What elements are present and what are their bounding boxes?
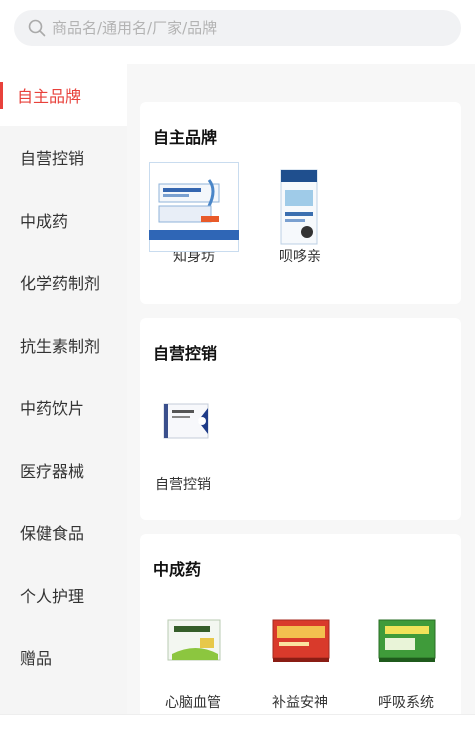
product-thumbnail — [361, 608, 451, 686]
product-thumbnail — [138, 390, 228, 468]
sidebar-item-personal-care[interactable]: 个人护理 — [0, 564, 127, 627]
active-indicator — [0, 82, 3, 109]
sidebar-item-label: 化学药制剂 — [20, 274, 101, 294]
category-content: 自主品牌 知身坊 呗哆亲 自营控销 自营控销 中成药 心脑血管 补益安神 呼吸系… — [127, 64, 475, 714]
section-title: 中成药 — [153, 560, 202, 579]
sidebar-item-self-operated[interactable]: 自营控销 — [0, 126, 127, 189]
sidebar-item-health-food[interactable]: 保健食品 — [0, 501, 127, 564]
product-item[interactable]: 呼吸系统 — [361, 608, 451, 712]
search-box[interactable] — [14, 10, 461, 46]
section-card: 自营控销 自营控销 — [140, 318, 461, 520]
user-icon[interactable] — [404, 735, 424, 742]
sidebar-item-label: 自营控销 — [20, 149, 85, 169]
search-icon — [28, 19, 46, 37]
sidebar-item-gifts[interactable]: 赠品 — [0, 626, 127, 689]
product-item[interactable]: 心脑血管 — [148, 608, 238, 712]
sidebar-item-label: 医疗器械 — [20, 461, 85, 481]
sidebar-item-label: 抗生素制剂 — [20, 336, 101, 356]
section-title: 自主品牌 — [153, 128, 218, 147]
product-thumbnail — [255, 608, 345, 686]
category-sidebar: 自主品牌 自营控销 中成药 化学药制剂 抗生素制剂 中药饮片 医疗器械 保健食品… — [0, 64, 127, 714]
sidebar-item-medical-devices[interactable]: 医疗器械 — [0, 439, 127, 502]
sidebar-item-label: 自主品牌 — [17, 87, 82, 106]
product-item[interactable]: 补益安神 — [255, 608, 345, 712]
search-bar — [0, 0, 475, 64]
product-thumbnail — [149, 162, 239, 252]
sidebar-item-label: 中药饮片 — [20, 399, 85, 419]
bottom-navigation — [0, 714, 475, 742]
product-item[interactable]: 自营控销 — [138, 390, 228, 494]
sidebar-item-chemical-preparations[interactable]: 化学药制剂 — [0, 251, 127, 314]
sidebar-item-label: 保健食品 — [20, 524, 85, 544]
sidebar-item-label: 个人护理 — [20, 586, 85, 606]
cart-icon[interactable] — [282, 735, 306, 742]
product-thumbnail — [148, 608, 238, 686]
home-icon[interactable] — [50, 735, 70, 742]
product-item[interactable]: 知身坊 — [149, 162, 239, 266]
section-card: 自主品牌 知身坊 呗哆亲 — [140, 102, 461, 304]
search-input[interactable] — [52, 19, 432, 37]
section-card: 中成药 心脑血管 补益安神 呼吸系统 — [140, 534, 461, 714]
sidebar-item-herbal-pieces[interactable]: 中药饮片 — [0, 376, 127, 439]
category-icon[interactable] — [166, 735, 188, 742]
product-item[interactable]: 呗哆亲 — [255, 162, 345, 266]
product-thumbnail — [255, 162, 345, 245]
sidebar-item-label: 中成药 — [20, 211, 69, 231]
sidebar-item-antibiotics[interactable]: 抗生素制剂 — [0, 314, 127, 377]
sidebar-item-label: 赠品 — [20, 649, 53, 669]
sidebar-item-own-brand[interactable]: 自主品牌 — [0, 64, 127, 126]
sidebar-item-chinese-patent-medicine[interactable]: 中成药 — [0, 189, 127, 252]
section-title: 自营控销 — [153, 344, 218, 363]
